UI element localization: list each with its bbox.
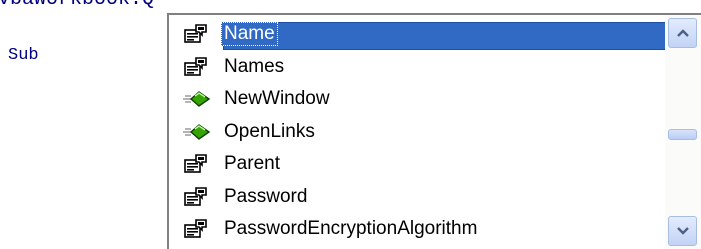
- property-icon: [177, 218, 215, 240]
- property-icon: [177, 23, 215, 45]
- list-item[interactable]: Password: [177, 181, 665, 214]
- list-item-label: Password: [224, 185, 308, 207]
- chevron-down-icon: [676, 227, 689, 235]
- list-item[interactable]: Name: [177, 18, 668, 51]
- list-item-label: Names: [224, 55, 285, 77]
- property-icon: [177, 56, 215, 78]
- scroll-thumb[interactable]: [668, 129, 697, 140]
- list-item-label: NewWindow: [224, 88, 330, 110]
- selection-highlight: [223, 22, 668, 50]
- code-line-top: vbaWorkbook.Q: [0, 0, 154, 11]
- list-item[interactable]: Parent: [177, 148, 665, 181]
- scroll-up-button[interactable]: [668, 18, 697, 48]
- method-icon: [177, 88, 215, 110]
- method-icon: [177, 121, 215, 143]
- chevron-up-icon: [676, 29, 689, 37]
- autocomplete-popup[interactable]: Name Names NewWindow OpenLinks Parent Pa…: [167, 13, 701, 249]
- list-item[interactable]: Names: [177, 51, 665, 84]
- list-item[interactable]: OpenLinks: [177, 116, 665, 149]
- list-item-label: Name: [221, 22, 278, 47]
- scroll-down-button[interactable]: [668, 216, 697, 246]
- property-icon: [177, 153, 215, 175]
- property-icon: [177, 186, 215, 208]
- autocomplete-list[interactable]: Name Names NewWindow OpenLinks Parent Pa…: [177, 18, 668, 246]
- list-item[interactable]: PasswordEncryptionAlgorithm: [177, 213, 665, 246]
- list-item-label: PasswordEncryptionAlgorithm: [224, 218, 478, 240]
- vertical-scrollbar[interactable]: [665, 15, 701, 249]
- code-keyword-sub: Sub: [8, 46, 39, 65]
- list-item[interactable]: NewWindow: [177, 83, 665, 116]
- list-item-label: OpenLinks: [224, 120, 315, 142]
- list-item-label: Parent: [224, 153, 280, 175]
